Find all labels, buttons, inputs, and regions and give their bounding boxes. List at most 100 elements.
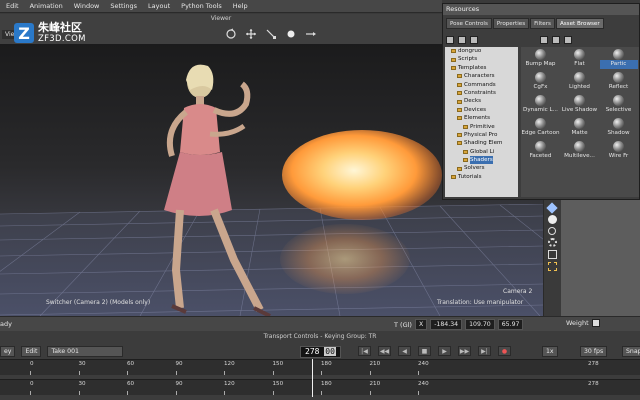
- asset-item[interactable]: Bump Map: [521, 49, 560, 72]
- tree-item[interactable]: Shaders: [445, 156, 518, 165]
- menu-python-tools[interactable]: Python Tools: [181, 2, 222, 10]
- transform-mode[interactable]: T (Gl): [394, 321, 412, 329]
- tree-item[interactable]: Tutorials: [445, 173, 518, 181]
- y-field[interactable]: 109.70: [465, 319, 495, 330]
- tree-item[interactable]: Templates: [445, 64, 518, 72]
- step-forward-button[interactable]: ▶▶: [458, 346, 471, 356]
- pin-icon[interactable]: [548, 227, 556, 235]
- tree-item[interactable]: Physical Pro: [445, 131, 518, 139]
- menu-layout[interactable]: Layout: [148, 2, 170, 10]
- asset-item[interactable]: Wire Fr: [599, 141, 638, 164]
- particle-effect[interactable]: [282, 130, 442, 220]
- menu-edit[interactable]: Edit: [6, 2, 19, 10]
- list-view-icon[interactable]: [540, 35, 548, 44]
- asset-item[interactable]: Reflect: [599, 72, 638, 95]
- asset-item[interactable]: Multileve...: [560, 141, 599, 164]
- fps-dropdown[interactable]: 30 fps: [580, 346, 608, 357]
- brush-icon[interactable]: [546, 202, 558, 214]
- sphere-select-icon[interactable]: [284, 27, 298, 41]
- tree-item-label: Shaders: [470, 156, 493, 165]
- play-button[interactable]: ▶: [438, 346, 451, 356]
- ruler-label: 30: [78, 361, 86, 367]
- pointer-icon[interactable]: [304, 27, 318, 41]
- tree-item[interactable]: Shading Elem: [445, 139, 518, 147]
- asset-item[interactable]: Lighted: [560, 72, 599, 95]
- asset-item[interactable]: Flat: [560, 49, 599, 72]
- select-icon[interactable]: [547, 262, 557, 271]
- tree-item[interactable]: Elements: [445, 114, 518, 122]
- back-icon[interactable]: [446, 35, 454, 44]
- ruler-tick: [418, 371, 419, 375]
- z-field[interactable]: 65.97: [497, 319, 524, 330]
- current-time[interactable]: 278 00: [300, 346, 341, 358]
- asset-item[interactable]: Faceted: [521, 141, 560, 164]
- playhead[interactable]: [312, 359, 313, 397]
- goto-end-button[interactable]: ▶|: [478, 346, 491, 356]
- asset-item[interactable]: Partic: [599, 49, 638, 72]
- asset-browser-toolbar: [446, 33, 636, 46]
- ruler-label: 90: [175, 381, 183, 387]
- tab-properties[interactable]: Properties: [492, 18, 530, 29]
- step-back-button[interactable]: ◀◀: [378, 346, 391, 356]
- asset-item[interactable]: Matte: [560, 118, 599, 141]
- ruler-end-label: 278: [588, 361, 599, 367]
- tree-item[interactable]: Solvers: [445, 164, 518, 172]
- tree-item[interactable]: Decks: [445, 97, 518, 105]
- folder-icon: [457, 82, 462, 87]
- record-button[interactable]: ●: [498, 346, 511, 356]
- asset-item[interactable]: Live Shadow: [560, 95, 599, 118]
- range-ruler[interactable]: 0 30 60 90 120 150 180 210 240 278: [0, 379, 640, 395]
- asset-item[interactable]: CgFx: [521, 72, 560, 95]
- key-mode-dropdown[interactable]: ey: [0, 345, 16, 357]
- tab-pose-controls[interactable]: Pose Controls: [446, 18, 492, 29]
- ruler-end-label: 278: [588, 381, 599, 387]
- asset-item[interactable]: Shadow: [599, 118, 638, 141]
- menu-settings[interactable]: Settings: [110, 2, 137, 10]
- speed-dropdown[interactable]: 1x: [542, 346, 558, 357]
- folder-icon: [451, 49, 456, 54]
- x-field[interactable]: -184.34: [430, 319, 463, 330]
- edit-dropdown[interactable]: Edit: [21, 345, 42, 357]
- snap-dropdown[interactable]: Snap: [622, 346, 640, 357]
- tree-item[interactable]: Scripts: [445, 55, 518, 63]
- tree-item[interactable]: Primitive: [445, 123, 518, 131]
- stop-button[interactable]: ■: [418, 346, 431, 356]
- resources-tabs: Pose Controls Properties Filters Asset B…: [443, 18, 639, 29]
- asset-item[interactable]: Edge Cartoon: [521, 118, 560, 141]
- time-frac: 00: [324, 347, 336, 356]
- menu-window[interactable]: Window: [74, 2, 100, 10]
- tree-item[interactable]: Devices: [445, 106, 518, 114]
- asset-label: Live Shadow: [561, 107, 598, 113]
- detail-view-icon[interactable]: [564, 35, 572, 44]
- asset-item[interactable]: Selective: [599, 95, 638, 118]
- goto-start-button[interactable]: |◀: [358, 346, 371, 356]
- status-bar: ady T (Gl) X -184.34 109.70 65.97 Weight: [0, 316, 640, 331]
- gear-icon[interactable]: [547, 238, 557, 247]
- weight-field[interactable]: [591, 319, 600, 327]
- sphere-icon[interactable]: [547, 215, 557, 224]
- grid-view-icon[interactable]: [552, 35, 560, 44]
- tab-filters[interactable]: Filters: [530, 18, 555, 29]
- tree-item[interactable]: Characters: [445, 72, 518, 80]
- tree-item[interactable]: dongruo: [445, 47, 518, 55]
- character-model[interactable]: [150, 60, 280, 316]
- take-dropdown[interactable]: Take 001: [47, 345, 124, 357]
- timeline-ruler[interactable]: 0 30 60 90 120 150 180 210 240 278: [0, 359, 640, 375]
- ruler-tick: [224, 371, 225, 375]
- ruler-label: 90: [175, 361, 183, 367]
- asset-item[interactable]: Dynamic L...: [521, 95, 560, 118]
- tree-item[interactable]: Commands: [445, 81, 518, 89]
- move-icon[interactable]: [244, 27, 258, 41]
- play-reverse-button[interactable]: ◀: [398, 346, 411, 356]
- menu-help[interactable]: Help: [233, 2, 248, 10]
- forward-icon[interactable]: [458, 35, 466, 44]
- tree-item-label: Templates: [458, 64, 487, 71]
- tree-item[interactable]: Constraints: [445, 89, 518, 97]
- menu-animation[interactable]: Animation: [30, 2, 63, 10]
- tab-asset-browser[interactable]: Asset Browser: [555, 18, 604, 29]
- rotate-icon[interactable]: [224, 27, 238, 41]
- up-folder-icon[interactable]: [470, 35, 478, 44]
- scale-icon[interactable]: [264, 27, 278, 41]
- move-small-icon[interactable]: [547, 250, 557, 259]
- tree-item[interactable]: Global Li: [445, 148, 518, 156]
